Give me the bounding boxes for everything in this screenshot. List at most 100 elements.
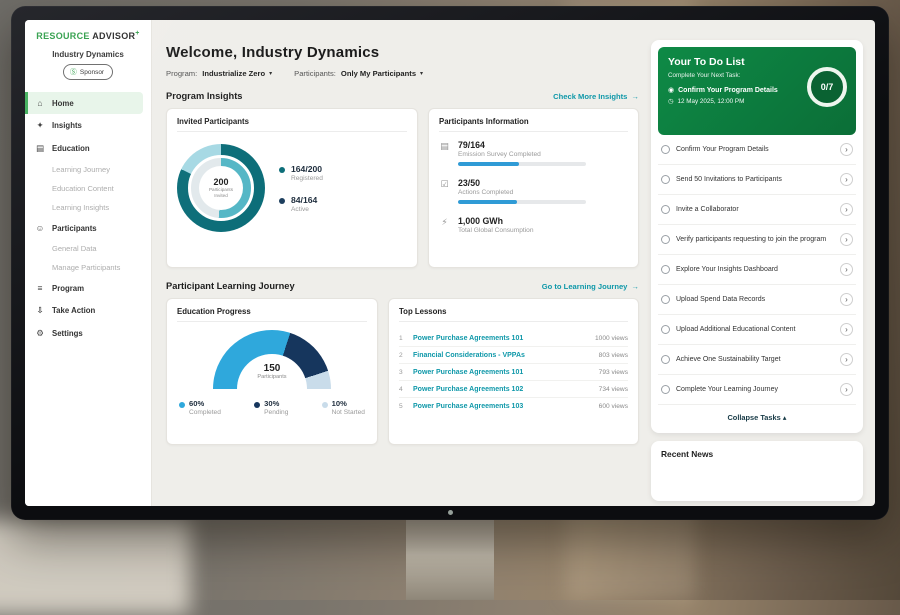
legend-dot xyxy=(179,402,185,408)
program-select[interactable]: Industrialize Zero ▾ xyxy=(202,69,272,78)
lesson-link[interactable]: Power Purchase Agreements 101 xyxy=(413,369,592,376)
task-checkbox[interactable] xyxy=(661,295,670,304)
task-bullet-icon: ◉ xyxy=(668,86,674,94)
task-chevron-icon[interactable]: › xyxy=(840,143,853,156)
lesson-link[interactable]: Power Purchase Agreements 103 xyxy=(413,403,592,410)
page-title: Welcome, Industry Dynamics xyxy=(166,44,639,61)
task-row[interactable]: Explore Your Insights Dashboard › xyxy=(658,255,856,285)
sidebar-item-label: Education Content xyxy=(52,184,114,193)
info-row-actions: ☑ 23/50 Actions Completed xyxy=(439,178,628,204)
legend-value: 60% xyxy=(189,399,221,408)
task-label: Verify participants requesting to join t… xyxy=(676,235,834,244)
legend-label: Registered xyxy=(291,175,323,182)
app-logo: RESOURCE ADVISOR+ xyxy=(25,30,151,41)
clipboard-icon: ▤ xyxy=(439,141,450,166)
task-row[interactable]: Verify participants requesting to join t… xyxy=(658,225,856,255)
legend-dot xyxy=(254,402,260,408)
logo-plus: + xyxy=(135,30,139,37)
download-icon: ⇩ xyxy=(35,305,45,316)
sidebar-item-education-content[interactable]: Education Content xyxy=(25,179,151,198)
task-checkbox[interactable] xyxy=(661,145,670,154)
task-chevron-icon[interactable]: › xyxy=(840,383,853,396)
task-checkbox[interactable] xyxy=(661,235,670,244)
task-row[interactable]: Upload Additional Educational Content › xyxy=(658,315,856,345)
task-chevron-icon[interactable]: › xyxy=(840,323,853,336)
sidebar-item-manage-participants[interactable]: Manage Participants xyxy=(25,258,151,277)
sidebar-item-general-data[interactable]: General Data xyxy=(25,239,151,258)
lesson-link[interactable]: Financial Considerations - VPPAs xyxy=(413,352,592,359)
legend-value: 84/164 xyxy=(291,195,317,205)
task-row[interactable]: Upload Spend Data Records › xyxy=(658,285,856,315)
sidebar-item-participants[interactable]: ☺ Participants xyxy=(25,217,151,239)
program-select-value: Industrialize Zero xyxy=(202,69,265,78)
sidebar-item-home[interactable]: ⌂ Home xyxy=(25,92,143,114)
learning-journey-header: Participant Learning Journey Go to Learn… xyxy=(166,281,639,291)
lesson-views: 803 views xyxy=(599,352,628,359)
task-checkbox[interactable] xyxy=(661,265,670,274)
org-name: Industry Dynamics xyxy=(25,50,151,59)
info-row-emission-survey: ▤ 79/164 Emission Survey Completed xyxy=(439,140,628,166)
gauge-legend: 60% Completed 30% Pending xyxy=(177,399,367,416)
lesson-link[interactable]: Power Purchase Agreements 102 xyxy=(413,386,592,393)
check-more-insights-link[interactable]: Check More Insights → xyxy=(553,92,639,101)
participants-information-card: Participants Information ▤ 79/164 Emissi… xyxy=(428,108,639,268)
todo-summary-banner: Your To Do List Complete Your Next Task:… xyxy=(658,47,856,135)
task-checkbox[interactable] xyxy=(661,385,670,394)
sidebar-item-insights[interactable]: ✦ Insights xyxy=(25,114,151,137)
task-row[interactable]: Send 50 Invitations to Participants › xyxy=(658,165,856,195)
info-label: Emission Survey Completed xyxy=(458,151,586,158)
task-checkbox[interactable] xyxy=(661,325,670,334)
monitor-bezel: RESOURCE ADVISOR+ Industry Dynamics Ⓢ Sp… xyxy=(11,6,889,520)
card-title: Education Progress xyxy=(177,307,367,322)
legend-value: 30% xyxy=(264,399,288,408)
task-chevron-icon[interactable]: › xyxy=(840,233,853,246)
sidebar-item-program[interactable]: ≡ Program xyxy=(25,277,151,299)
lesson-link[interactable]: Power Purchase Agreements 101 xyxy=(413,335,588,342)
task-checkbox[interactable] xyxy=(661,355,670,364)
sidebar-item-label: Education xyxy=(52,144,90,153)
sidebar-item-learning-insights[interactable]: Learning Insights xyxy=(25,198,151,217)
lesson-row[interactable]: 1 Power Purchase Agreements 101 1000 vie… xyxy=(399,330,628,347)
sidebar-item-settings[interactable]: ⚙ Settings xyxy=(25,322,151,345)
task-row[interactable]: Complete Your Learning Journey › xyxy=(658,375,856,405)
lesson-row[interactable]: 3 Power Purchase Agreements 101 793 view… xyxy=(399,364,628,381)
lesson-row[interactable]: 2 Financial Considerations - VPPAs 803 v… xyxy=(399,347,628,364)
lesson-row[interactable]: 5 Power Purchase Agreements 103 600 view… xyxy=(399,398,628,414)
task-checkbox[interactable] xyxy=(661,175,670,184)
participants-select[interactable]: Only My Participants ▾ xyxy=(341,69,423,78)
collapse-tasks-link[interactable]: Collapse Tasks ▴ xyxy=(658,405,856,426)
sidebar-item-label: Settings xyxy=(52,329,83,338)
invited-donut-ring-inner: 200 Participants Invited xyxy=(188,155,254,221)
sidebar-item-label: Learning Insights xyxy=(52,203,109,212)
task-label: Complete Your Learning Journey xyxy=(676,385,834,394)
participants-select-value: Only My Participants xyxy=(341,69,416,78)
go-to-learning-journey-link[interactable]: Go to Learning Journey → xyxy=(542,282,639,291)
sidebar-nav: ⌂ Home ✦ Insights ▤ Education Learning J… xyxy=(25,92,151,345)
task-checkbox[interactable] xyxy=(661,205,670,214)
task-chevron-icon[interactable]: › xyxy=(840,353,853,366)
sponsor-badge: Ⓢ Sponsor xyxy=(63,64,113,80)
task-row[interactable]: Achieve One Sustainability Target › xyxy=(658,345,856,375)
lesson-row[interactable]: 4 Power Purchase Agreements 102 734 view… xyxy=(399,381,628,398)
lesson-views: 793 views xyxy=(599,369,628,376)
task-chevron-icon[interactable]: › xyxy=(840,263,853,276)
task-chevron-icon[interactable]: › xyxy=(840,203,853,216)
section-title-learning-journey: Participant Learning Journey xyxy=(166,281,295,291)
clock-icon: ◷ xyxy=(668,98,674,105)
task-chevron-icon[interactable]: › xyxy=(840,293,853,306)
sidebar-item-learning-journey[interactable]: Learning Journey xyxy=(25,160,151,179)
sponsor-icon: Ⓢ xyxy=(70,67,77,77)
chevron-down-icon: ▾ xyxy=(269,70,272,77)
task-row[interactable]: Confirm Your Program Details › xyxy=(658,135,856,165)
legend-dot xyxy=(322,402,328,408)
task-row[interactable]: Invite a Collaborator › xyxy=(658,195,856,225)
legend-item-registered: 164/200 Registered xyxy=(279,164,323,182)
progress-bar-track xyxy=(458,162,586,166)
sidebar-item-take-action[interactable]: ⇩ Take Action xyxy=(25,299,151,322)
sidebar-item-education[interactable]: ▤ Education xyxy=(25,137,151,160)
info-value: 79/164 xyxy=(458,140,586,150)
legend-label: Active xyxy=(291,206,317,213)
lesson-views: 600 views xyxy=(599,403,628,410)
donut-center-label: Participants Invited xyxy=(204,187,238,198)
task-chevron-icon[interactable]: › xyxy=(840,173,853,186)
